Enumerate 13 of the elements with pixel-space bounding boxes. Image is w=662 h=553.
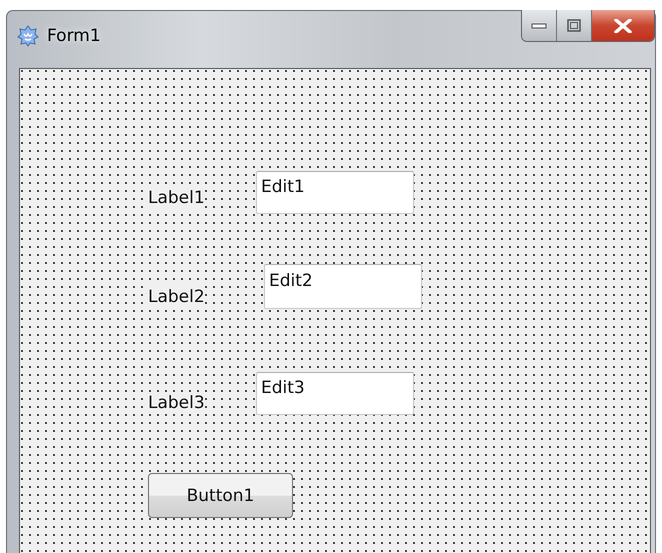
app-icon bbox=[17, 25, 39, 47]
edit-field[interactable]: Edit2 bbox=[264, 264, 422, 309]
edit-field[interactable]: Edit3 bbox=[256, 372, 414, 415]
minimize-button[interactable] bbox=[522, 10, 557, 41]
edit-field[interactable]: Edit1 bbox=[256, 171, 414, 214]
minimize-icon bbox=[531, 22, 547, 30]
close-button[interactable] bbox=[592, 10, 654, 41]
window-title: Form1 bbox=[47, 25, 101, 47]
form-button[interactable]: Button1 bbox=[148, 473, 293, 518]
maximize-icon bbox=[567, 19, 581, 32]
close-icon bbox=[614, 18, 632, 32]
maximize-button[interactable] bbox=[557, 10, 592, 41]
form-label: Label1 bbox=[148, 187, 205, 209]
